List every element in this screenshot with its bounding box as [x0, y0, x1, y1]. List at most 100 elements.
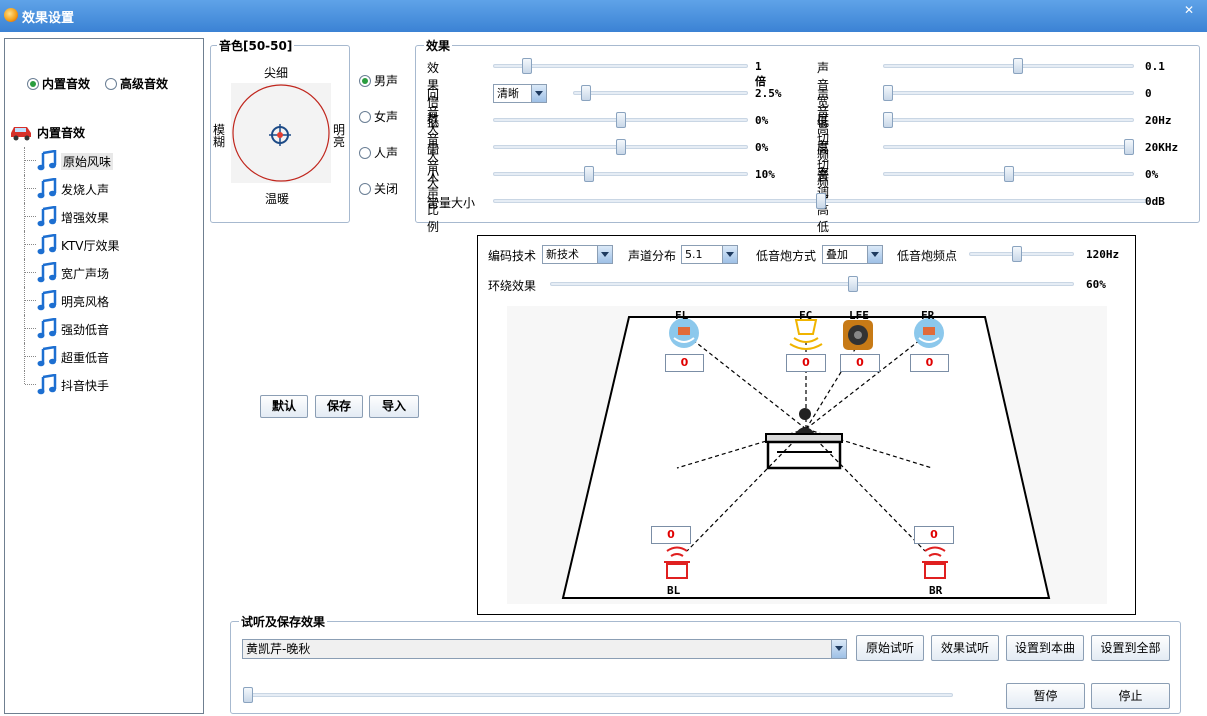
effect-slider[interactable]	[883, 118, 1134, 122]
original-preview-button[interactable]: 原始试听	[856, 635, 924, 661]
pause-button[interactable]: 暂停	[1006, 683, 1085, 709]
volume-value: 0dB	[1145, 195, 1165, 208]
voice-radio[interactable]: 人声	[359, 144, 398, 161]
tree-line	[24, 175, 25, 203]
surround-slider[interactable]	[550, 282, 1074, 286]
radio-icon	[359, 147, 371, 159]
codec-select[interactable]: 新技术	[542, 245, 613, 264]
effect-slider-thumb[interactable]	[615, 139, 626, 155]
song-select[interactable]: 黄凯芹-晚秋	[242, 639, 847, 659]
voice-radio[interactable]: 关闭	[359, 180, 398, 197]
sub-mode-select[interactable]: 叠加	[822, 245, 883, 264]
effects-group: 效果 效果倍数 1倍 回音大小 清晰 2.5% 低音大小 0% 高音大小 0% 人声比例 10% 声…	[415, 37, 1200, 234]
preset-item-label: 原始风味	[61, 153, 114, 170]
echo-mode-value: 清晰	[497, 87, 519, 100]
effects-title: 效果	[424, 37, 453, 54]
tree-line	[24, 371, 25, 384]
effect-preview-button[interactable]: 效果试听	[931, 635, 999, 661]
effect-slider-thumb[interactable]	[581, 85, 592, 101]
echo-mode-select[interactable]: 清晰	[493, 84, 547, 103]
speaker-level-fr[interactable]: 0	[910, 354, 949, 372]
playback-progress[interactable]	[243, 693, 953, 697]
preset-item[interactable]: 原始风味	[21, 147, 181, 175]
speaker-label-bl: BL	[667, 584, 681, 597]
preset-item[interactable]: 强劲低音	[21, 315, 181, 343]
close-button[interactable]: ✕	[1174, 2, 1204, 18]
effect-slider-thumb[interactable]	[1124, 139, 1134, 155]
sub-mode-label: 低音炮方式	[756, 249, 817, 263]
tree-line	[25, 356, 36, 357]
effect-value: 0%	[755, 141, 769, 154]
chevron-down-icon	[531, 85, 546, 102]
effect-slider-thumb[interactable]	[522, 58, 533, 74]
preset-item[interactable]: 发烧人声	[21, 175, 181, 203]
speaker-level-bl[interactable]: 0	[651, 526, 691, 544]
tree-line	[25, 216, 36, 217]
car-icon	[11, 127, 31, 141]
volume-slider-thumb[interactable]	[815, 193, 826, 209]
effect-value: 20KHz	[1145, 141, 1179, 154]
tree-line	[24, 203, 25, 231]
effect-slider[interactable]	[573, 91, 748, 95]
import-button[interactable]: 导入	[369, 395, 419, 418]
codec-value: 新技术	[546, 248, 579, 261]
stop-button[interactable]: 停止	[1091, 683, 1170, 709]
apply-to-all-button[interactable]: 设置到全部	[1091, 635, 1170, 661]
effect-slider[interactable]	[883, 145, 1134, 149]
voice-radio[interactable]: 女声	[359, 108, 398, 125]
channel-select[interactable]: 5.1	[681, 245, 738, 264]
apply-to-song-button[interactable]: 设置到本曲	[1006, 635, 1084, 661]
preset-item-label: 发烧人声	[61, 183, 110, 197]
preset-item[interactable]: 明亮风格	[21, 287, 181, 315]
tree-line	[24, 147, 25, 175]
radio-builtin-label: 内置音效	[42, 77, 91, 91]
music-note-icon	[37, 150, 57, 171]
save-button[interactable]: 保存	[315, 395, 363, 418]
effect-slider[interactable]	[883, 91, 1134, 95]
preview-group: 试听及保存效果 黄凯芹-晚秋 原始试听 效果试听 设置到本曲 设置到全部 暂停 …	[230, 613, 1181, 714]
preset-item[interactable]: KTV厅效果	[21, 231, 181, 259]
preset-item[interactable]: 增强效果	[21, 203, 181, 231]
volume-label: 音量大小	[427, 196, 476, 210]
preset-item-label: 超重低音	[61, 351, 110, 365]
tree-line	[25, 328, 36, 329]
effect-slider-thumb[interactable]	[883, 112, 893, 128]
voice-radio-label: 男声	[374, 74, 399, 88]
subwoofer-icon	[843, 320, 873, 350]
sub-freq-thumb[interactable]	[1011, 246, 1022, 262]
default-button[interactable]: 默认	[260, 395, 308, 418]
tree-line	[24, 231, 25, 259]
timbre-bottom-label: 温暖	[265, 192, 290, 206]
speaker-level-fc[interactable]: 0	[786, 354, 826, 372]
tree-line	[25, 188, 36, 189]
effect-slider-thumb[interactable]	[615, 112, 626, 128]
effect-value: 0%	[1145, 168, 1159, 181]
preset-item[interactable]: 抖音快手	[21, 371, 181, 399]
surround-thumb[interactable]	[848, 276, 859, 292]
effect-value: 1倍	[755, 60, 766, 88]
playback-progress-thumb[interactable]	[243, 687, 253, 703]
voice-radio-label: 人声	[374, 146, 399, 160]
song-value: 黄凯芹-晚秋	[246, 642, 311, 656]
effect-slider[interactable]	[883, 64, 1134, 68]
effect-slider-thumb[interactable]	[883, 85, 893, 101]
preset-item[interactable]: 宽广声场	[21, 259, 181, 287]
voice-radio[interactable]: 男声	[359, 72, 398, 89]
speaker-label-lfe: LFE	[849, 309, 869, 322]
radio-advanced[interactable]: 高级音效	[105, 75, 168, 92]
effect-value: 0%	[755, 114, 769, 127]
speaker-level-br[interactable]: 0	[914, 526, 954, 544]
effect-slider[interactable]	[493, 172, 748, 176]
surround-label: 环绕效果	[488, 279, 537, 293]
radio-builtin[interactable]: 内置音效	[27, 75, 90, 92]
speaker-level-lfe[interactable]: 0	[840, 354, 880, 372]
effect-slider-thumb[interactable]	[583, 166, 594, 182]
effect-slider-thumb[interactable]	[1003, 166, 1014, 182]
tree-line	[25, 160, 36, 161]
surround-panel: 编码技术 新技术 声道分布 5.1 低音炮方式 叠加 低音炮频点 120Hz 环…	[477, 235, 1136, 615]
effect-slider-thumb[interactable]	[1013, 58, 1024, 74]
preset-item[interactable]: 超重低音	[21, 343, 181, 371]
timbre-pad[interactable]	[231, 83, 331, 183]
speaker-level-fl[interactable]: 0	[665, 354, 704, 372]
speaker-label-fr: FR	[921, 309, 935, 322]
